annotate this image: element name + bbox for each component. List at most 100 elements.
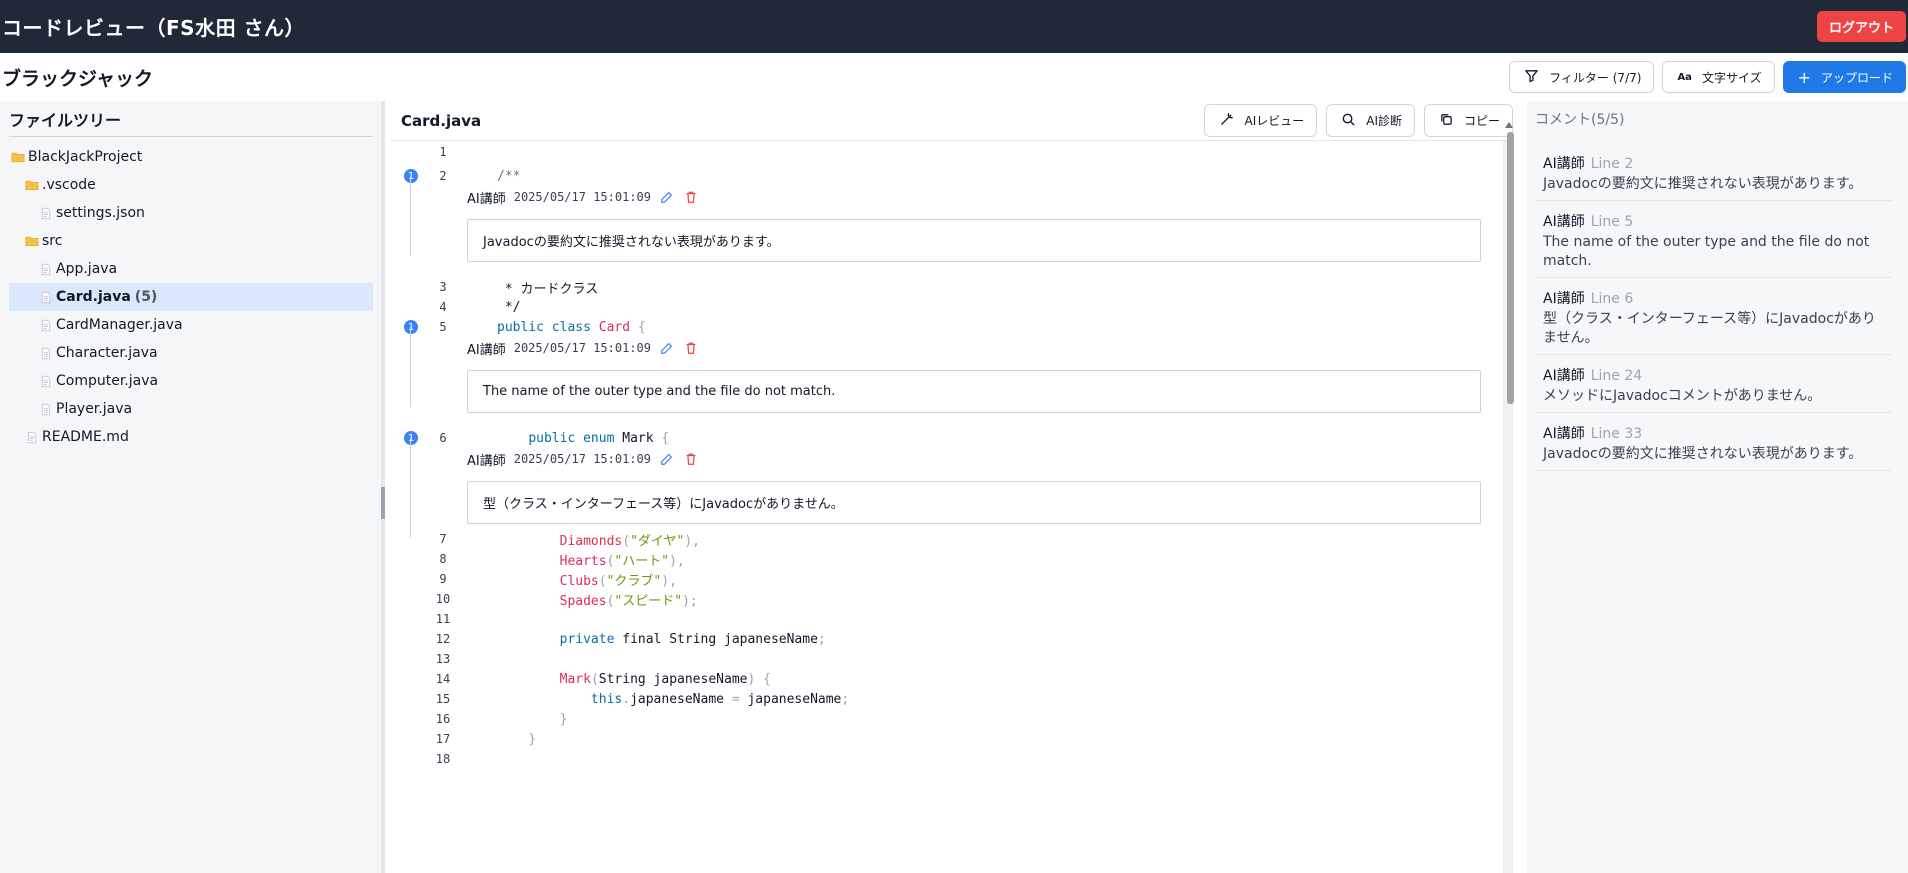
file-tree-title: ファイルツリー bbox=[9, 101, 373, 137]
magic-wand-icon bbox=[1219, 112, 1234, 130]
file-icon bbox=[39, 402, 53, 416]
tree-node-label: CardManager.java bbox=[56, 317, 183, 333]
copy-button[interactable]: コピー bbox=[1423, 104, 1513, 137]
comment-text: メソッドにJavadocコメントがありません。 bbox=[1543, 388, 1822, 404]
scrollbar-thumb[interactable] bbox=[1507, 132, 1514, 404]
code-line: 16 } bbox=[435, 711, 568, 727]
ai-diagnose-label: AI診断 bbox=[1366, 114, 1402, 128]
ai-review-label: AIレビュー bbox=[1244, 114, 1305, 128]
code-line: 15 this.japaneseName = japaneseName; bbox=[435, 691, 850, 707]
tree-folder[interactable]: BlackJackProject bbox=[9, 143, 373, 171]
font-size-label: 文字サイズ bbox=[1701, 70, 1762, 85]
tree-node-label: README.md bbox=[42, 429, 129, 445]
scroll-up-arrow-icon[interactable] bbox=[1505, 122, 1513, 128]
diagnose-icon bbox=[1341, 112, 1356, 130]
plus-icon: + bbox=[1797, 67, 1811, 87]
page-title: コードレビュー（FS水田 さん） bbox=[2, 16, 306, 40]
ai-review-button[interactable]: AIレビュー bbox=[1204, 104, 1318, 137]
copy-label: コピー bbox=[1463, 114, 1500, 128]
comments-title: コメント(5/5) bbox=[1535, 112, 1625, 128]
edit-icon[interactable] bbox=[659, 451, 675, 467]
inline-comment-meta: AI講師 2025/05/17 15:01:09 bbox=[467, 449, 699, 469]
tree-node-label: App.java bbox=[56, 261, 118, 277]
tree-folder[interactable]: src bbox=[9, 227, 373, 255]
delete-icon[interactable] bbox=[683, 189, 699, 205]
tree-node-label: settings.json bbox=[56, 205, 145, 221]
font-size-icon: Aa bbox=[1677, 71, 1692, 83]
tree-node-label: Player.java bbox=[56, 401, 133, 417]
comment-item[interactable]: AI講師 Line 24 メソッドにJavadocコメントがありません。 bbox=[1535, 355, 1892, 413]
code-view: 1 1 2 /** AI講師 2025/05/17 15:01:09 Javad… bbox=[390, 141, 1509, 873]
filter-icon bbox=[1524, 68, 1539, 86]
toolbar: フィルター (7/7) Aa 文字サイズ + アップロード bbox=[1509, 61, 1906, 93]
code-line: 8 Hearts("ハート"), bbox=[439, 552, 685, 569]
delete-icon[interactable] bbox=[683, 340, 699, 356]
ai-diagnose-button[interactable]: AI診断 bbox=[1326, 104, 1415, 137]
file-icon bbox=[39, 206, 53, 220]
code-line: 11 bbox=[435, 612, 451, 626]
folder-icon bbox=[25, 234, 39, 248]
code-line: 9 Clubs("クラブ"), bbox=[439, 572, 677, 589]
thread-line bbox=[410, 438, 411, 538]
copy-icon bbox=[1439, 112, 1454, 130]
tree-file[interactable]: Player.java bbox=[9, 395, 373, 423]
comment-text: The name of the outer type and the file … bbox=[1543, 234, 1870, 269]
inline-comment-body: The name of the outer type and the file … bbox=[467, 370, 1481, 413]
comment-line-ref: Line 6 bbox=[1590, 291, 1634, 307]
delete-icon[interactable] bbox=[683, 451, 699, 467]
project-title: ブラックジャック bbox=[2, 67, 154, 90]
tree-node-label: Card.java bbox=[56, 289, 131, 305]
tree-file[interactable]: CardManager.java bbox=[9, 311, 373, 339]
folder-icon bbox=[25, 178, 39, 192]
tree-file[interactable]: Card.java (5) bbox=[9, 283, 373, 311]
font-size-button[interactable]: Aa 文字サイズ bbox=[1662, 61, 1775, 93]
inline-comment-meta: AI講師 2025/05/17 15:01:09 bbox=[467, 338, 699, 358]
tree-node-label: BlackJackProject bbox=[28, 149, 143, 165]
file-icon bbox=[39, 374, 53, 388]
upload-button[interactable]: + アップロード bbox=[1782, 61, 1906, 93]
code-line: 12 private final String japaneseName; bbox=[435, 631, 826, 647]
tree-file[interactable]: Computer.java bbox=[9, 367, 373, 395]
comment-line-ref: Line 24 bbox=[1590, 368, 1643, 384]
code-line: 10 Spades("スピード"); bbox=[435, 592, 698, 609]
file-icon bbox=[39, 262, 53, 276]
logout-button[interactable]: ログアウト bbox=[1816, 11, 1906, 42]
code-line: 3 * カードクラス bbox=[439, 280, 599, 297]
comment-count-badge[interactable]: 1 bbox=[404, 320, 418, 334]
filter-label: フィルター (7/7) bbox=[1549, 70, 1642, 85]
tree-file[interactable]: App.java bbox=[9, 255, 373, 283]
comment-text: Javadocの要約文に推奨されない表現があります。 bbox=[1543, 176, 1863, 192]
comment-count: (5) bbox=[134, 289, 158, 305]
comment-author: AI講師 bbox=[1543, 368, 1585, 384]
splitter-handle[interactable] bbox=[381, 487, 385, 519]
comment-item[interactable]: AI講師 Line 2 Javadocの要約文に推奨されない表現があります。 bbox=[1535, 143, 1892, 201]
tree-file[interactable]: README.md bbox=[9, 423, 373, 451]
thread-line bbox=[410, 327, 411, 407]
thread-line bbox=[410, 176, 411, 256]
edit-icon[interactable] bbox=[659, 340, 675, 356]
code-line: 1 bbox=[439, 145, 447, 159]
project-bar: ブラックジャック フィルター (7/7) Aa 文字サイズ + アップロード bbox=[0, 53, 1908, 101]
editor-header: Card.java AIレビュー AI診断 コピー bbox=[390, 101, 1513, 141]
comment-item[interactable]: AI講師 Line 6 型（クラス・インターフェース等）にJavadocがありません… bbox=[1535, 278, 1892, 355]
comment-line-ref: Line 5 bbox=[1590, 214, 1634, 230]
tree-node-label: Character.java bbox=[56, 345, 158, 361]
comment-item[interactable]: AI講師 Line 33 Javadocの要約文に推奨されない表現があります。 bbox=[1535, 413, 1892, 471]
tree-folder[interactable]: .vscode bbox=[9, 171, 373, 199]
comment-item[interactable]: AI講師 Line 5 The name of the outer type and… bbox=[1535, 201, 1892, 278]
file-tree: BlackJackProject .vscode settings.json src A… bbox=[9, 143, 373, 451]
code-line: 7 Diamonds("ダイヤ"), bbox=[439, 532, 700, 549]
comment-count-badge[interactable]: 1 bbox=[404, 169, 418, 183]
filter-button[interactable]: フィルター (7/7) bbox=[1509, 61, 1655, 93]
code-line: 17 } bbox=[435, 731, 537, 747]
tree-file[interactable]: Character.java bbox=[9, 339, 373, 367]
file-icon bbox=[39, 346, 53, 360]
comment-line-ref: Line 33 bbox=[1590, 426, 1643, 442]
edit-icon[interactable] bbox=[659, 189, 675, 205]
comment-count-badge[interactable]: 1 bbox=[404, 431, 418, 445]
comments-panel: コメント(5/5) AI講師 Line 2 Javadocの要約文に推奨されない表現… bbox=[1527, 101, 1908, 873]
comments-list: AI講師 Line 2 Javadocの要約文に推奨されない表現があります。 AI講師… bbox=[1535, 143, 1892, 471]
comment-line-ref: Line 2 bbox=[1590, 156, 1634, 172]
inline-comment-meta: AI講師 2025/05/17 15:01:09 bbox=[467, 187, 699, 207]
tree-file[interactable]: settings.json bbox=[9, 199, 373, 227]
